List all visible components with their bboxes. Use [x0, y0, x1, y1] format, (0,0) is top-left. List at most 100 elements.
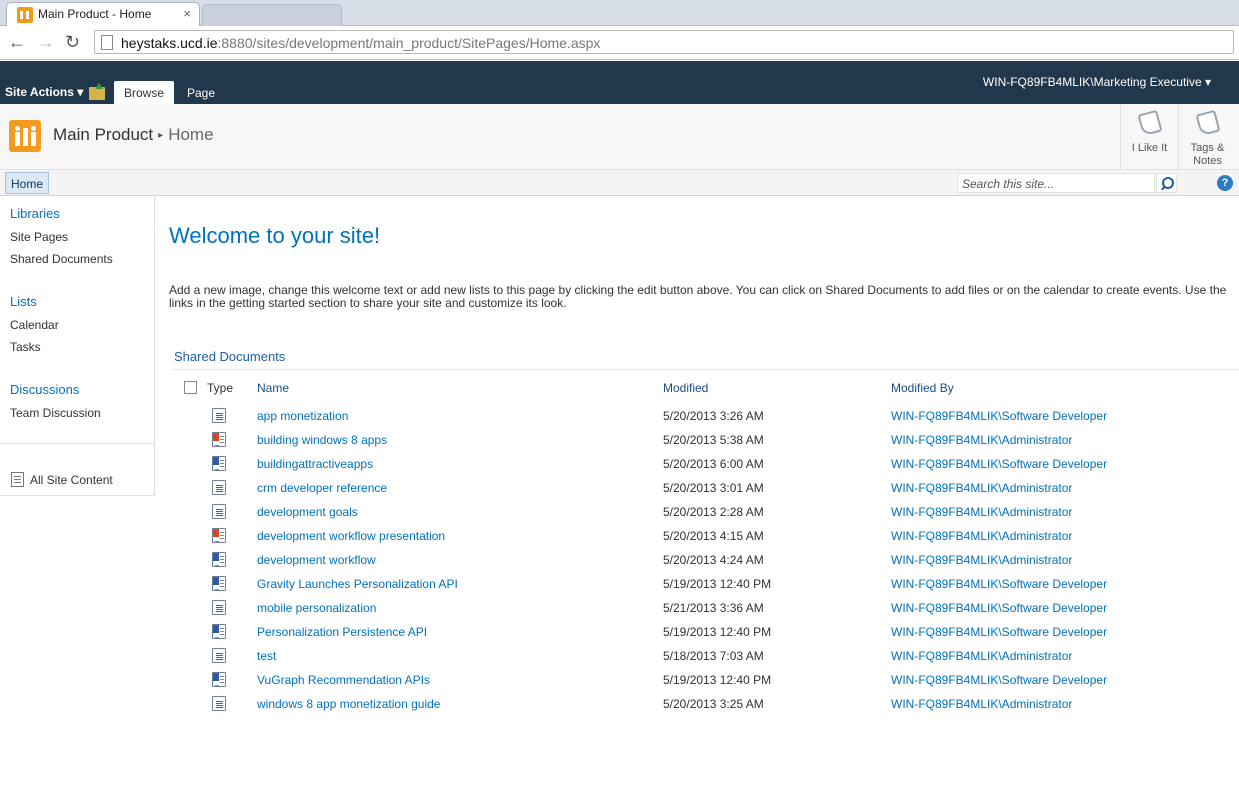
thumbs-up-tag-icon: [1137, 109, 1163, 137]
word-document-icon[interactable]: [212, 456, 226, 471]
back-arrow-icon[interactable]: ←: [8, 32, 26, 52]
table-row[interactable]: Gravity Launches Personalization API 5/19…: [172, 574, 1239, 598]
search-input[interactable]: Search this site...: [957, 173, 1155, 193]
document-modified: 5/20/2013 3:25 AM: [663, 697, 764, 711]
table-row[interactable]: building windows 8 apps 5/20/2013 5:38 AM…: [172, 430, 1239, 454]
column-header-modified-by[interactable]: Modified By: [891, 381, 954, 395]
reload-icon[interactable]: ↻: [65, 32, 80, 52]
tab-close-icon[interactable]: ×: [183, 6, 191, 21]
webpart-title-shared-documents[interactable]: Shared Documents: [174, 349, 285, 364]
forward-arrow-icon[interactable]: →: [37, 32, 55, 52]
user-menu[interactable]: WIN-FQ89FB4MLIK\Marketing Executive ▾: [983, 75, 1211, 89]
word-document-icon[interactable]: [212, 624, 226, 639]
document-modified-by-link[interactable]: WIN-FQ89FB4MLIK\Software Developer: [891, 601, 1107, 615]
ql-item-calendar[interactable]: Calendar: [10, 318, 59, 332]
document-name-link[interactable]: development goals: [257, 505, 358, 519]
text-document-icon[interactable]: [212, 696, 226, 711]
document-name-link[interactable]: test: [257, 649, 276, 663]
document-name-link[interactable]: mobile personalization: [257, 601, 376, 615]
tags-notes-label: Tags & Notes: [1190, 142, 1225, 167]
table-row[interactable]: windows 8 app monetization guide 5/20/201…: [172, 694, 1239, 718]
text-document-icon[interactable]: [212, 480, 226, 495]
document-name-link[interactable]: Personalization Persistence API: [257, 625, 427, 639]
document-modified-by-link[interactable]: WIN-FQ89FB4MLIK\Administrator: [891, 529, 1072, 543]
table-row[interactable]: development workflow 5/20/2013 4:24 AM WIN…: [172, 550, 1239, 574]
site-actions-menu[interactable]: Site Actions ▾: [5, 85, 83, 99]
text-document-icon[interactable]: [212, 408, 226, 423]
page-icon: [101, 35, 113, 50]
site-logo-icon[interactable]: [9, 120, 41, 152]
document-name-link[interactable]: windows 8 app monetization guide: [257, 697, 440, 711]
ql-item-site-pages[interactable]: Site Pages: [10, 230, 68, 244]
document-modified: 5/19/2013 12:40 PM: [663, 577, 772, 591]
text-document-icon[interactable]: [212, 600, 226, 615]
ql-discussions-heading[interactable]: Discussions: [10, 382, 79, 397]
breadcrumb-site-link[interactable]: Main Product: [53, 125, 153, 144]
table-row[interactable]: test 5/18/2013 7:03 AM WIN-FQ89FB4MLIK\Adm…: [172, 646, 1239, 670]
document-modified-by-link[interactable]: WIN-FQ89FB4MLIK\Software Developer: [891, 625, 1107, 639]
browser-tab-inactive[interactable]: [202, 4, 342, 26]
select-all-checkbox[interactable]: [184, 381, 197, 394]
document-name-link[interactable]: buildingattractiveapps: [257, 457, 373, 471]
powerpoint-document-icon[interactable]: [212, 528, 226, 543]
document-modified-by-link[interactable]: WIN-FQ89FB4MLIK\Administrator: [891, 505, 1072, 519]
column-header-name[interactable]: Name: [257, 381, 289, 395]
ql-lists-heading[interactable]: Lists: [10, 294, 37, 309]
column-header-modified[interactable]: Modified: [663, 381, 708, 395]
table-row[interactable]: Personalization Persistence API 5/19/2013…: [172, 622, 1239, 646]
document-name-link[interactable]: app monetization: [257, 409, 348, 423]
all-site-content-link[interactable]: All Site Content: [30, 473, 113, 487]
document-name-link[interactable]: development workflow: [257, 553, 376, 567]
document-modified-by-link[interactable]: WIN-FQ89FB4MLIK\Administrator: [891, 481, 1072, 495]
table-row[interactable]: mobile personalization 5/21/2013 3:36 AM W…: [172, 598, 1239, 622]
all-site-content-icon[interactable]: [11, 472, 24, 487]
word-document-icon[interactable]: [212, 552, 226, 567]
navigate-up-icon[interactable]: [89, 83, 105, 100]
ql-item-shared-documents[interactable]: Shared Documents: [10, 252, 113, 266]
table-row[interactable]: development workflow presentation 5/20/20…: [172, 526, 1239, 550]
document-modified-by-link[interactable]: WIN-FQ89FB4MLIK\Software Developer: [891, 409, 1107, 423]
table-row[interactable]: VuGraph Recommendation APIs 5/19/2013 12:…: [172, 670, 1239, 694]
ql-divider: [0, 443, 155, 444]
document-name-link[interactable]: building windows 8 apps: [257, 433, 387, 447]
welcome-heading: Welcome to your site!: [169, 223, 381, 248]
tab-page[interactable]: Page: [177, 81, 225, 104]
document-modified-by-link[interactable]: WIN-FQ89FB4MLIK\Administrator: [891, 553, 1072, 567]
ql-item-team-discussion[interactable]: Team Discussion: [10, 406, 101, 420]
title-area: Main Product ▸ Home I Like It Tags & Notes: [0, 104, 1239, 170]
webpart-title-underline: [172, 369, 1239, 370]
document-modified-by-link[interactable]: WIN-FQ89FB4MLIK\Software Developer: [891, 577, 1107, 591]
text-document-icon[interactable]: [212, 504, 226, 519]
address-bar[interactable]: heystaks.ucd.ie:8880/sites/development/m…: [94, 30, 1234, 54]
tab-browse[interactable]: Browse: [114, 81, 174, 104]
word-document-icon[interactable]: [212, 576, 226, 591]
i-like-it-label: I Like It: [1131, 142, 1168, 154]
url-text: heystaks.ucd.ie:8880/sites/development/m…: [121, 35, 601, 51]
document-modified-by-link[interactable]: WIN-FQ89FB4MLIK\Software Developer: [891, 673, 1107, 687]
search-icon[interactable]: [1156, 173, 1177, 193]
quick-launch: Libraries Site Pages Shared Documents Li…: [0, 196, 155, 496]
word-document-icon[interactable]: [212, 672, 226, 687]
table-row[interactable]: app monetization 5/20/2013 3:26 AM WIN-FQ8…: [172, 406, 1239, 430]
ql-item-tasks[interactable]: Tasks: [10, 340, 41, 354]
document-name-link[interactable]: VuGraph Recommendation APIs: [257, 673, 430, 687]
ql-libraries-heading[interactable]: Libraries: [10, 206, 60, 221]
document-name-link[interactable]: development workflow presentation: [257, 529, 445, 543]
document-modified-by-link[interactable]: WIN-FQ89FB4MLIK\Software Developer: [891, 457, 1107, 471]
column-header-type[interactable]: Type: [207, 381, 233, 395]
topnav-home-link[interactable]: Home: [5, 172, 50, 194]
powerpoint-document-icon[interactable]: [212, 432, 226, 447]
tags-notes-button[interactable]: Tags & Notes: [1178, 104, 1235, 170]
help-icon[interactable]: ?: [1217, 175, 1233, 191]
document-name-link[interactable]: crm developer reference: [257, 481, 387, 495]
i-like-it-button[interactable]: I Like It: [1120, 104, 1177, 170]
table-row[interactable]: buildingattractiveapps 5/20/2013 6:00 AM W…: [172, 454, 1239, 478]
document-modified-by-link[interactable]: WIN-FQ89FB4MLIK\Administrator: [891, 649, 1072, 663]
browser-tab-active[interactable]: Main Product - Home ×: [6, 2, 200, 26]
document-name-link[interactable]: Gravity Launches Personalization API: [257, 577, 458, 591]
text-document-icon[interactable]: [212, 648, 226, 663]
document-modified-by-link[interactable]: WIN-FQ89FB4MLIK\Administrator: [891, 697, 1072, 711]
table-row[interactable]: crm developer reference 5/20/2013 3:01 AM…: [172, 478, 1239, 502]
table-row[interactable]: development goals 5/20/2013 2:28 AM WIN-FQ…: [172, 502, 1239, 526]
document-modified-by-link[interactable]: WIN-FQ89FB4MLIK\Administrator: [891, 433, 1072, 447]
